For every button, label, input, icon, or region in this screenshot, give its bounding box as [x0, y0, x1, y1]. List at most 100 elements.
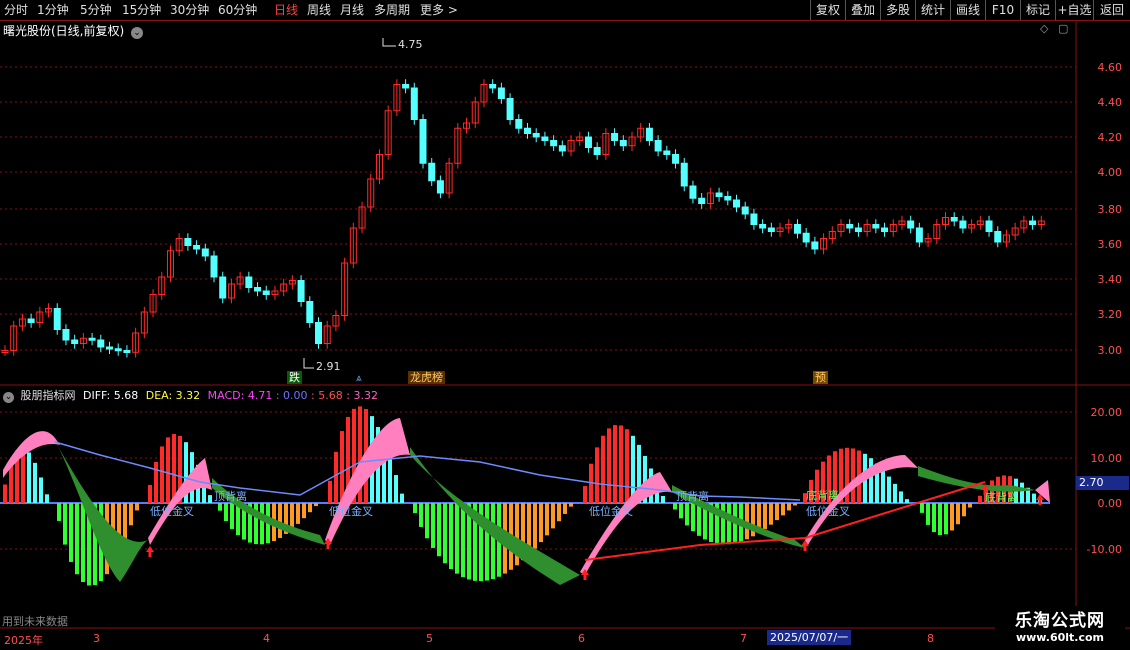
month-label: 4: [263, 632, 270, 645]
candle-body: [1029, 220, 1037, 225]
chevron-down-icon[interactable]: ⌄: [131, 27, 144, 39]
macd-bar: [721, 503, 725, 545]
macd-bar: [69, 503, 73, 562]
diff-value: DIFF: 5.68: [83, 389, 139, 402]
macd-bar: [793, 503, 797, 506]
macd-bar: [135, 503, 139, 511]
price-tick: 3.80: [1097, 203, 1123, 216]
macd-bar: [727, 503, 731, 545]
macd-bar: [172, 434, 176, 503]
candle-body: [767, 227, 775, 232]
extra-value-1: : 0.00: [275, 389, 308, 402]
macd-bar: [129, 503, 133, 526]
macd-bar: [661, 495, 665, 503]
macd-bar: [1020, 482, 1024, 503]
chevron-down-icon[interactable]: ⌄: [3, 392, 14, 403]
golden-cross-label: 低位金叉: [806, 505, 850, 518]
macd-bar: [563, 503, 567, 514]
candle-body: [872, 224, 880, 229]
indicator-title: 股朋指标网: [20, 389, 76, 402]
candle-body: [53, 308, 61, 330]
macd-bar: [437, 503, 441, 557]
macd-bar: [394, 475, 398, 503]
candle-body: [428, 162, 436, 182]
candle-body: [802, 232, 810, 243]
candle-body: [611, 133, 619, 141]
macd-bar: [39, 477, 43, 503]
candle-body: [541, 136, 549, 141]
chart-canvas[interactable]: [0, 0, 1130, 650]
price-tick: 3.60: [1097, 238, 1123, 251]
window-toggle-icon[interactable]: ▢: [1058, 22, 1068, 35]
candle-body: [915, 227, 923, 243]
macd-bar: [334, 451, 338, 503]
watermark-url: www.60lt.com: [1015, 631, 1105, 644]
macd-bar: [962, 503, 966, 517]
macd-bar: [455, 503, 459, 574]
macd-bar: [557, 503, 561, 522]
macd-bar: [81, 503, 85, 583]
macd-bar: [625, 429, 629, 503]
macd-bar: [932, 503, 936, 533]
high-price-label: 4.75: [398, 38, 423, 51]
dea-value: DEA: 3.32: [145, 389, 201, 402]
bottom-divergence-label: 底背离: [985, 491, 1018, 504]
macd-bar: [533, 503, 537, 549]
macd-bar: [296, 503, 300, 524]
indicator-tick: 20.00: [1090, 406, 1123, 419]
candle-body: [515, 119, 523, 129]
extra-value-3: : 3.32: [346, 389, 378, 402]
up-arrow-icon: [146, 546, 154, 557]
macd-bar: [893, 483, 897, 503]
candle-body: [881, 227, 889, 232]
top-list-badge[interactable]: 龙虎榜: [408, 371, 445, 384]
candle-body: [959, 220, 967, 229]
indicator-tick: 10.00: [1090, 452, 1123, 465]
macd-bar: [899, 491, 903, 503]
macd-bar: [679, 503, 683, 519]
extra-value-2: : 5.68: [311, 389, 343, 402]
macd-bar: [769, 503, 773, 525]
candle-body: [71, 339, 79, 344]
forecast-badge[interactable]: 预: [813, 371, 828, 384]
top-divergence-label: 顶背离: [214, 490, 247, 503]
month-label: 6: [578, 632, 585, 645]
macd-bar: [340, 431, 344, 503]
diamond-icon[interactable]: ◇: [1040, 22, 1048, 35]
macd-bar: [905, 499, 909, 503]
candle-body: [114, 348, 122, 352]
candle-body: [27, 318, 35, 323]
macd-bar: [388, 457, 392, 503]
macd-bar: [1032, 493, 1036, 503]
macd-bar: [45, 494, 49, 503]
macd-bar: [763, 503, 767, 529]
candle-body: [97, 339, 105, 348]
macd-bar: [956, 503, 960, 525]
candle-body: [193, 245, 201, 250]
macd-bar: [166, 437, 170, 503]
golden-cross-label: 低位金叉: [329, 505, 373, 518]
macd-bar: [314, 503, 318, 507]
candle-body: [741, 206, 749, 215]
low-price-label: 2.91: [316, 360, 341, 373]
macd-bar: [926, 503, 930, 525]
candle-body: [672, 154, 680, 164]
candle-body: [219, 276, 227, 299]
current-value-box: 2.70: [1076, 476, 1129, 490]
watermark: 乐淘公式网 www.60lt.com: [995, 606, 1125, 650]
macd-bar: [601, 435, 605, 503]
fall-badge[interactable]: 跌: [287, 371, 302, 384]
triangle-up-icon[interactable]: ⩓: [354, 372, 364, 385]
candle-body: [907, 220, 915, 229]
top-divergence-label: 顶背离: [676, 490, 709, 503]
month-label: 7: [740, 632, 747, 645]
macd-bar: [328, 480, 332, 503]
macd-bar: [160, 446, 164, 503]
candle-body: [254, 287, 262, 292]
candle-body: [524, 127, 531, 134]
macd-bar: [419, 503, 423, 527]
macd-bar: [851, 448, 855, 503]
macd-bar: [569, 503, 573, 507]
macd-bar: [545, 503, 549, 536]
macd-bar: [27, 452, 31, 503]
